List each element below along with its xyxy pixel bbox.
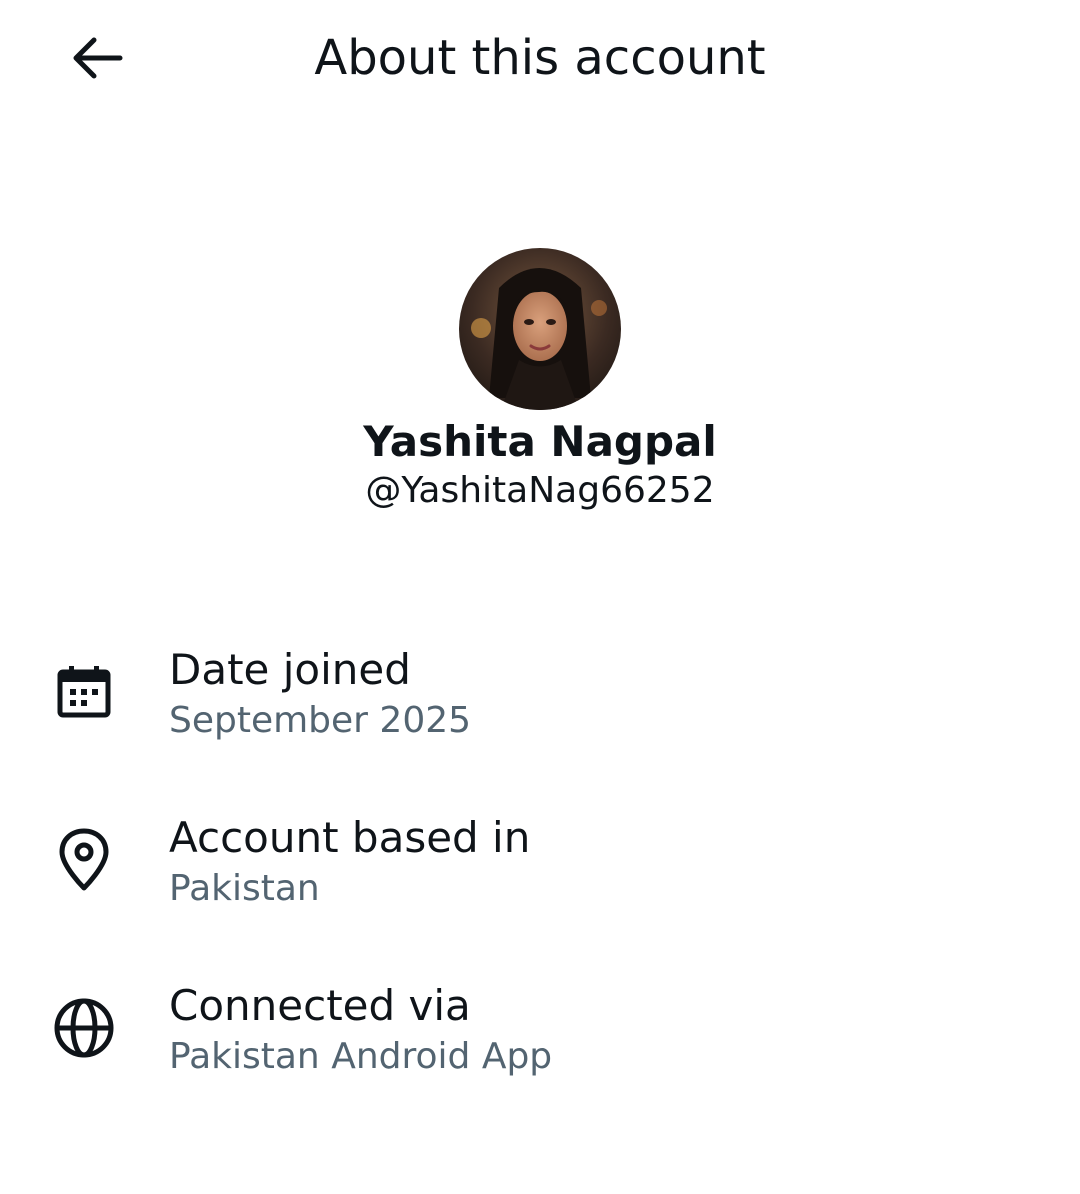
display-name: Yashita Nagpal	[363, 417, 717, 466]
account-info-list: Date joined September 2025 Account based…	[0, 636, 1080, 1140]
location-pin-icon	[50, 826, 118, 894]
info-label: Date joined	[169, 645, 411, 694]
globe-icon	[50, 994, 118, 1062]
info-row-date-joined: Date joined September 2025	[0, 636, 1080, 804]
info-value: Pakistan	[169, 868, 320, 909]
top-app-bar: About this account	[0, 0, 1080, 120]
info-label: Account based in	[169, 813, 531, 862]
info-row-connected-via: Connected via Pakistan Android App	[0, 972, 1080, 1140]
info-label: Connected via	[169, 981, 471, 1030]
profile-photo	[459, 248, 621, 410]
info-value: Pakistan Android App	[169, 1036, 553, 1077]
profile-summary: Yashita Nagpal @YashitaNag66252	[0, 248, 1080, 516]
page-title: About this account	[314, 30, 766, 86]
info-row-account-location: Account based in Pakistan	[0, 804, 1080, 972]
calendar-icon	[50, 658, 118, 726]
username-handle: @YashitaNag66252	[365, 470, 715, 511]
info-value: September 2025	[169, 700, 472, 741]
avatar[interactable]	[459, 248, 621, 410]
